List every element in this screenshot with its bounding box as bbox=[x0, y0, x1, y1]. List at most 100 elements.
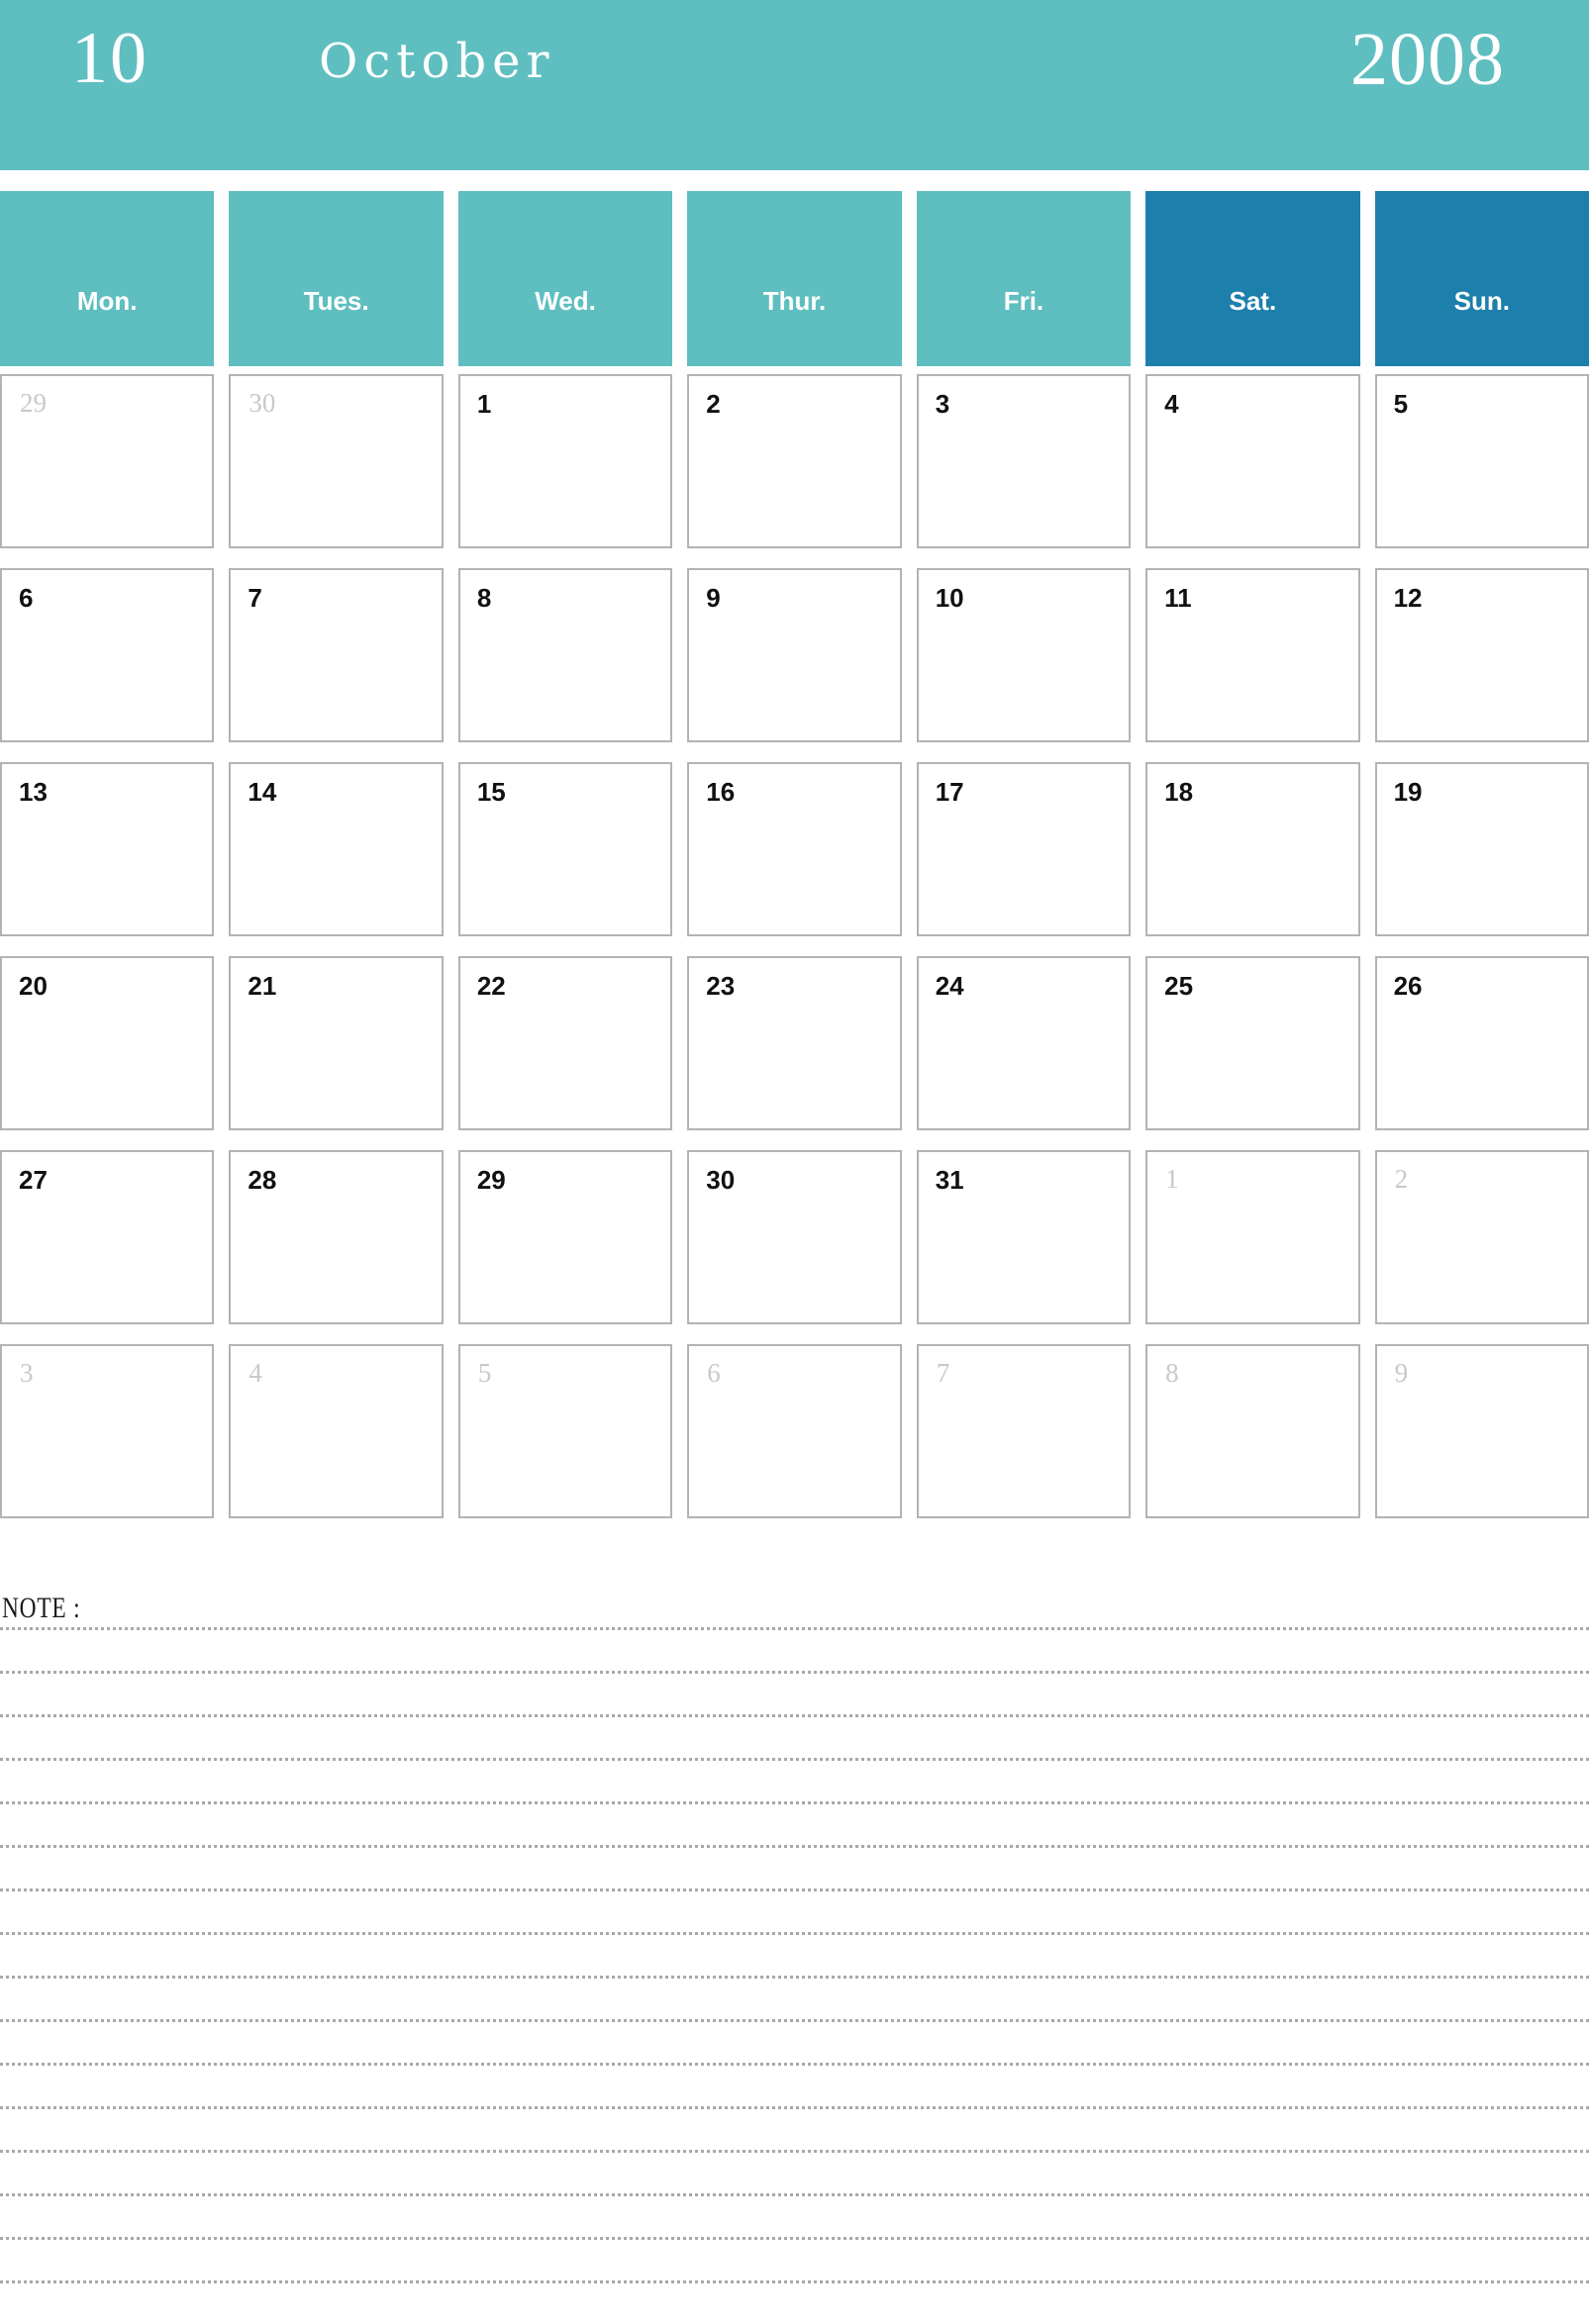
date-number: 5 bbox=[1393, 389, 1409, 419]
note-writing-line[interactable] bbox=[0, 2237, 1589, 2240]
date-cell[interactable]: 7 bbox=[229, 568, 444, 742]
date-cell[interactable]: 7 bbox=[916, 1344, 1132, 1518]
date-number: 6 bbox=[707, 1358, 721, 1388]
note-label: NOTE : bbox=[2, 1592, 81, 1624]
calendar-header-band: 10 October 2008 bbox=[0, 0, 1589, 170]
date-number: 28 bbox=[248, 1165, 277, 1195]
date-cell[interactable]: 12 bbox=[1374, 568, 1589, 742]
date-cell[interactable]: 4 bbox=[229, 1344, 444, 1518]
date-cell[interactable]: 8 bbox=[1145, 1344, 1360, 1518]
note-writing-line[interactable] bbox=[0, 1758, 1589, 1761]
date-number: 1 bbox=[476, 389, 492, 419]
date-number: 29 bbox=[20, 388, 47, 418]
weekday-header-label: Mon. bbox=[76, 286, 138, 316]
date-number: 7 bbox=[248, 583, 262, 613]
weekday-header-label: Fri. bbox=[1003, 286, 1044, 316]
date-cell[interactable]: 3 bbox=[916, 374, 1132, 548]
weekday-header-label: Thur. bbox=[762, 286, 827, 316]
note-writing-line[interactable] bbox=[0, 2280, 1589, 2283]
date-cell[interactable]: 20 bbox=[0, 956, 215, 1130]
date-cell[interactable]: 22 bbox=[457, 956, 673, 1130]
calendar-date-grid: 29 30 1 2 3 4 5 6 7 8 9 10 11 12 13 14 15 16 17 18 19 20 21 22 2… bbox=[0, 374, 1589, 1518]
note-writing-line[interactable] bbox=[0, 2193, 1589, 2196]
date-cell[interactable]: 27 bbox=[0, 1150, 215, 1324]
date-cell[interactable]: 19 bbox=[1374, 762, 1589, 936]
header-year: 2008 bbox=[1350, 18, 1505, 101]
date-cell[interactable]: 5 bbox=[1374, 374, 1589, 548]
note-writing-line[interactable] bbox=[0, 2150, 1589, 2153]
date-number: 7 bbox=[936, 1358, 950, 1388]
date-cell[interactable]: 31 bbox=[916, 1150, 1132, 1324]
note-writing-line[interactable] bbox=[0, 1714, 1589, 1717]
date-cell[interactable]: 16 bbox=[687, 762, 902, 936]
date-cell[interactable]: 3 bbox=[0, 1344, 215, 1518]
weekday-header-label: Wed. bbox=[535, 286, 596, 316]
weekday-header-label: Sun. bbox=[1453, 286, 1510, 316]
date-cell[interactable]: 2 bbox=[1374, 1150, 1589, 1324]
date-number: 14 bbox=[248, 777, 277, 807]
date-cell[interactable]: 17 bbox=[916, 762, 1132, 936]
date-number: 18 bbox=[1164, 777, 1194, 807]
weekday-header-thur[interactable]: Thur. bbox=[687, 191, 902, 366]
date-cell[interactable]: 8 bbox=[457, 568, 673, 742]
note-writing-line[interactable] bbox=[0, 2019, 1589, 2022]
date-number: 5 bbox=[477, 1358, 492, 1388]
date-number: 20 bbox=[19, 971, 48, 1001]
date-cell[interactable]: 5 bbox=[457, 1344, 673, 1518]
date-cell[interactable]: 10 bbox=[916, 568, 1132, 742]
date-number: 3 bbox=[935, 389, 950, 419]
weekday-header-sat[interactable]: Sat. bbox=[1145, 191, 1360, 366]
date-cell[interactable]: 30 bbox=[687, 1150, 902, 1324]
note-lines-container[interactable] bbox=[0, 1627, 1589, 2324]
note-writing-line[interactable] bbox=[0, 1932, 1589, 1935]
date-cell[interactable]: 1 bbox=[1145, 1150, 1360, 1324]
date-number: 8 bbox=[476, 583, 492, 613]
date-cell[interactable]: 29 bbox=[0, 374, 215, 548]
date-cell[interactable]: 25 bbox=[1145, 956, 1360, 1130]
weekday-header-label: Sat. bbox=[1229, 286, 1277, 316]
date-cell[interactable]: 15 bbox=[457, 762, 673, 936]
note-writing-line[interactable] bbox=[0, 1671, 1589, 1674]
date-cell[interactable]: 4 bbox=[1145, 374, 1360, 548]
date-cell[interactable]: 21 bbox=[229, 956, 444, 1130]
note-writing-line[interactable] bbox=[0, 2063, 1589, 2066]
date-number: 16 bbox=[706, 777, 736, 807]
weekday-header-wed[interactable]: Wed. bbox=[457, 191, 673, 366]
date-cell[interactable]: 2 bbox=[687, 374, 902, 548]
weekday-header-sun[interactable]: Sun. bbox=[1374, 191, 1589, 366]
note-writing-line[interactable] bbox=[0, 1801, 1589, 1804]
date-number: 13 bbox=[19, 777, 48, 807]
date-cell[interactable]: 9 bbox=[1374, 1344, 1589, 1518]
date-cell[interactable]: 14 bbox=[229, 762, 444, 936]
date-number: 3 bbox=[20, 1358, 34, 1388]
date-cell[interactable]: 11 bbox=[1145, 568, 1360, 742]
date-cell[interactable]: 6 bbox=[687, 1344, 902, 1518]
date-cell[interactable]: 9 bbox=[687, 568, 902, 742]
note-writing-line[interactable] bbox=[0, 1627, 1589, 1630]
date-cell[interactable]: 1 bbox=[457, 374, 673, 548]
date-number: 22 bbox=[476, 971, 506, 1001]
date-cell[interactable]: 6 bbox=[0, 568, 215, 742]
note-writing-line[interactable] bbox=[0, 1845, 1589, 1848]
header-month-number: 10 bbox=[71, 18, 149, 99]
note-writing-line[interactable] bbox=[0, 1976, 1589, 1979]
weekday-header-row: Mon. Tues. Wed. Thur. Fri. Sat. Sun. bbox=[0, 191, 1589, 366]
date-number: 24 bbox=[935, 971, 964, 1001]
date-cell[interactable]: 28 bbox=[229, 1150, 444, 1324]
date-cell[interactable]: 26 bbox=[1374, 956, 1589, 1130]
date-cell[interactable]: 13 bbox=[0, 762, 215, 936]
date-cell[interactable]: 29 bbox=[457, 1150, 673, 1324]
date-number: 19 bbox=[1393, 777, 1423, 807]
date-cell[interactable]: 24 bbox=[916, 956, 1132, 1130]
note-writing-line[interactable] bbox=[0, 2106, 1589, 2109]
date-number: 9 bbox=[706, 583, 721, 613]
date-number: 30 bbox=[706, 1165, 736, 1195]
date-cell[interactable]: 18 bbox=[1145, 762, 1360, 936]
date-cell[interactable]: 30 bbox=[229, 374, 444, 548]
weekday-header-fri[interactable]: Fri. bbox=[916, 191, 1132, 366]
weekday-header-mon[interactable]: Mon. bbox=[0, 191, 215, 366]
date-cell[interactable]: 23 bbox=[687, 956, 902, 1130]
date-number: 26 bbox=[1393, 971, 1423, 1001]
note-writing-line[interactable] bbox=[0, 1888, 1589, 1891]
weekday-header-tues[interactable]: Tues. bbox=[229, 191, 444, 366]
